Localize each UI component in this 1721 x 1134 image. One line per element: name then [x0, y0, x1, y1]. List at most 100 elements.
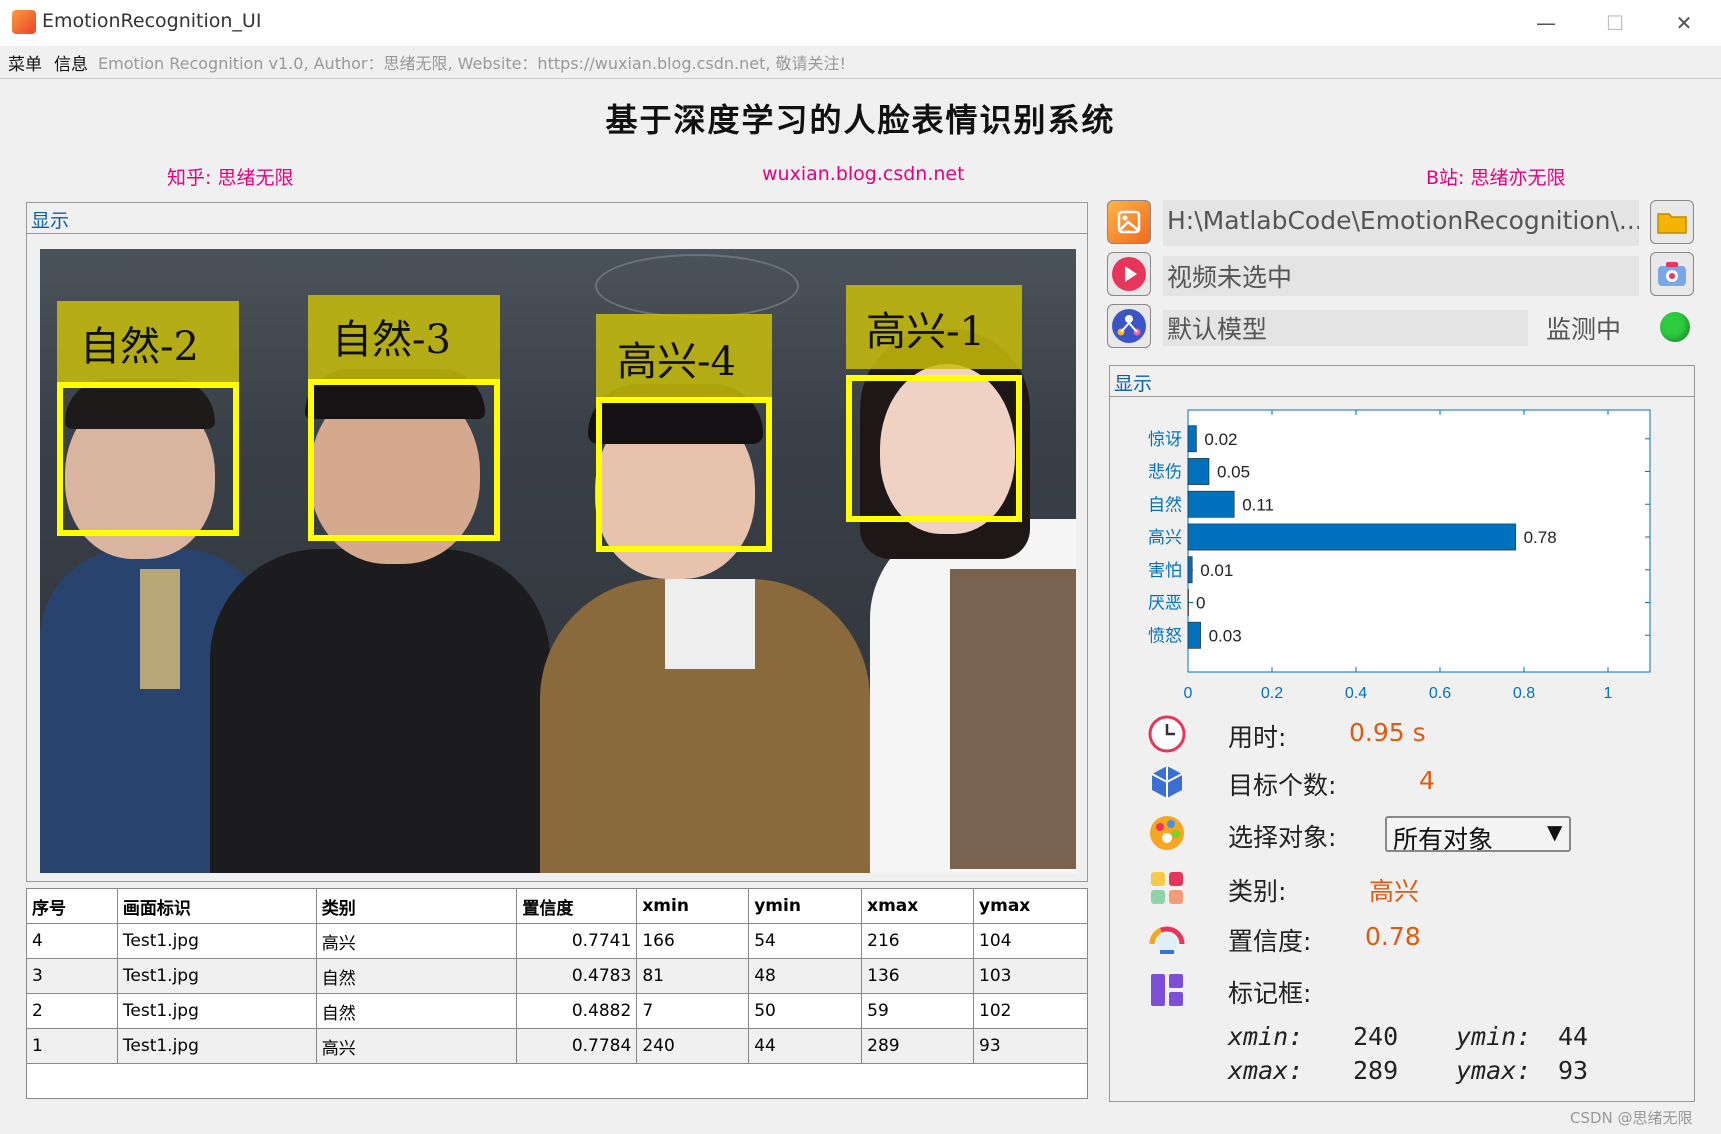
- table-row[interactable]: 1 Test1.jpg 高兴 0.7784 240 44 289 93: [26, 1028, 1088, 1064]
- table-cell[interactable]: 104: [973, 923, 1088, 959]
- panel-divider: [27, 233, 1087, 234]
- cube-icon: [1151, 766, 1183, 798]
- monitor-label: 监测中: [1546, 315, 1622, 344]
- table-cell[interactable]: 166: [636, 923, 750, 959]
- x-tick-label: 0.8: [1513, 685, 1535, 702]
- class-value: 高兴: [1369, 877, 1420, 906]
- table-cell[interactable]: 自然: [315, 958, 518, 994]
- table-cell[interactable]: 93: [973, 1028, 1088, 1064]
- table-cell[interactable]: 59: [861, 993, 975, 1029]
- table-cell[interactable]: Test1.jpg: [116, 1028, 317, 1064]
- table-cell[interactable]: 54: [748, 923, 863, 959]
- close-button[interactable]: ✕: [1656, 6, 1712, 40]
- divider: [0, 78, 1721, 79]
- bar-value-label: 0.01: [1200, 561, 1233, 580]
- xmax-value: 289: [1353, 1056, 1399, 1085]
- table-cell[interactable]: 50: [748, 993, 863, 1029]
- open-folder-button[interactable]: [1650, 200, 1694, 244]
- table-row[interactable]: 3 Test1.jpg 自然 0.4783 81 48 136 103: [26, 958, 1088, 994]
- window-title: EmotionRecognition_UI: [42, 10, 262, 32]
- camera-button[interactable]: [1650, 252, 1694, 296]
- x-tick-label: 1: [1604, 685, 1613, 702]
- table-cell[interactable]: 7: [636, 993, 750, 1029]
- table-row[interactable]: 4 Test1.jpg 高兴 0.7741 166 54 216 104: [26, 923, 1088, 959]
- bbox-label: 标记框:: [1228, 979, 1312, 1008]
- table-header[interactable]: 画面标识: [116, 888, 317, 924]
- open-video-button[interactable]: [1107, 252, 1151, 296]
- y-tick-label: 厌恶: [1148, 594, 1182, 614]
- table-header[interactable]: 序号: [26, 888, 118, 924]
- face-box: [57, 382, 239, 536]
- table-cell[interactable]: 4: [26, 923, 118, 959]
- count-value: 4: [1419, 766, 1435, 795]
- table-header[interactable]: xmin: [636, 888, 750, 924]
- table-header-row: 序号 画面标识 类别 置信度 xmin ymin xmax ymax: [26, 888, 1088, 924]
- table-cell[interactable]: 289: [861, 1028, 975, 1064]
- select-model-button[interactable]: [1107, 304, 1151, 348]
- table-cell[interactable]: 2: [26, 993, 118, 1029]
- table-cell[interactable]: Test1.jpg: [116, 923, 317, 959]
- y-tick-label: 自然: [1148, 495, 1182, 515]
- table-cell[interactable]: 1: [26, 1028, 118, 1064]
- ymin-label: ymin:: [1456, 1022, 1532, 1051]
- info-text: Emotion Recognition v1.0, Author：思绪无限, W…: [98, 54, 846, 73]
- app-icon: [12, 10, 36, 34]
- detection-label: 高兴-4: [617, 339, 736, 385]
- display-panel-title: 显示: [31, 210, 70, 232]
- y-tick-label: 惊讶: [1148, 430, 1182, 450]
- class-label: 类别:: [1228, 877, 1287, 906]
- table-cell[interactable]: Test1.jpg: [116, 958, 317, 994]
- object-select[interactable]: 所有对象 ▼: [1385, 816, 1571, 854]
- table-cell[interactable]: 102: [973, 993, 1088, 1029]
- table-header[interactable]: 类别: [315, 888, 518, 924]
- maximize-button[interactable]: ☐: [1587, 6, 1643, 40]
- ymax-value: 93: [1558, 1056, 1589, 1085]
- y-tick-label: 高兴: [1148, 528, 1182, 548]
- table-header[interactable]: ymax: [973, 888, 1088, 924]
- table-cell[interactable]: 240: [636, 1028, 750, 1064]
- person-vest: [950, 569, 1076, 869]
- zhihu-link: 知乎: 思绪无限: [167, 167, 294, 189]
- table-cell[interactable]: 44: [748, 1028, 863, 1064]
- open-image-button[interactable]: [1107, 200, 1151, 244]
- table-cell[interactable]: 216: [861, 923, 975, 959]
- detection-image: 自然-2 自然-3 高兴-4 高兴-1: [40, 249, 1076, 873]
- ymax-label: ymax:: [1456, 1056, 1532, 1085]
- image-path-field[interactable]: H:\MatlabCode\EmotionRecognition\...: [1163, 200, 1639, 246]
- palette-icon: [1150, 816, 1184, 850]
- menu-info[interactable]: 信息: [54, 50, 88, 75]
- table-row[interactable]: 2 Test1.jpg 自然 0.4882 7 50 59 102: [26, 993, 1088, 1029]
- table-row-empty: [26, 1063, 1088, 1099]
- y-tick-label: 害怕: [1148, 561, 1182, 581]
- table-cell[interactable]: 48: [748, 958, 863, 994]
- table-cell[interactable]: 136: [861, 958, 975, 994]
- table-cell[interactable]: 0.4783: [516, 958, 638, 994]
- model-icon: [1112, 309, 1146, 343]
- table-header[interactable]: xmax: [861, 888, 975, 924]
- table-header[interactable]: 置信度: [516, 888, 638, 924]
- x-tick-label: 0.2: [1261, 685, 1283, 702]
- menu-menu[interactable]: 菜单: [8, 50, 42, 75]
- table-cell[interactable]: 自然: [315, 993, 518, 1029]
- video-status-field[interactable]: 视频未选中: [1163, 256, 1639, 296]
- detection-label: 自然-3: [332, 317, 451, 363]
- table-cell[interactable]: 高兴: [315, 1028, 518, 1064]
- minimize-button[interactable]: —: [1518, 6, 1574, 40]
- x-tick-label: 0.6: [1429, 685, 1451, 702]
- table-cell[interactable]: 0.4882: [516, 993, 638, 1029]
- table-cell[interactable]: Test1.jpg: [116, 993, 317, 1029]
- panel-divider: [1110, 396, 1694, 397]
- page-title: 基于深度学习的人脸表情识别系统: [605, 101, 1116, 139]
- table-cell[interactable]: 0.7784: [516, 1028, 638, 1064]
- table-cell[interactable]: 高兴: [315, 923, 518, 959]
- table-cell[interactable]: 103: [973, 958, 1088, 994]
- face-box: [308, 379, 500, 541]
- model-field[interactable]: 默认模型: [1163, 310, 1528, 346]
- folder-icon: [1657, 213, 1687, 234]
- table-cell[interactable]: 3: [26, 958, 118, 994]
- table-header[interactable]: ymin: [748, 888, 863, 924]
- table-cell[interactable]: 0.7741: [516, 923, 638, 959]
- background-decoration: [595, 254, 799, 318]
- confidence-label: 置信度:: [1228, 927, 1312, 956]
- table-cell[interactable]: 81: [636, 958, 750, 994]
